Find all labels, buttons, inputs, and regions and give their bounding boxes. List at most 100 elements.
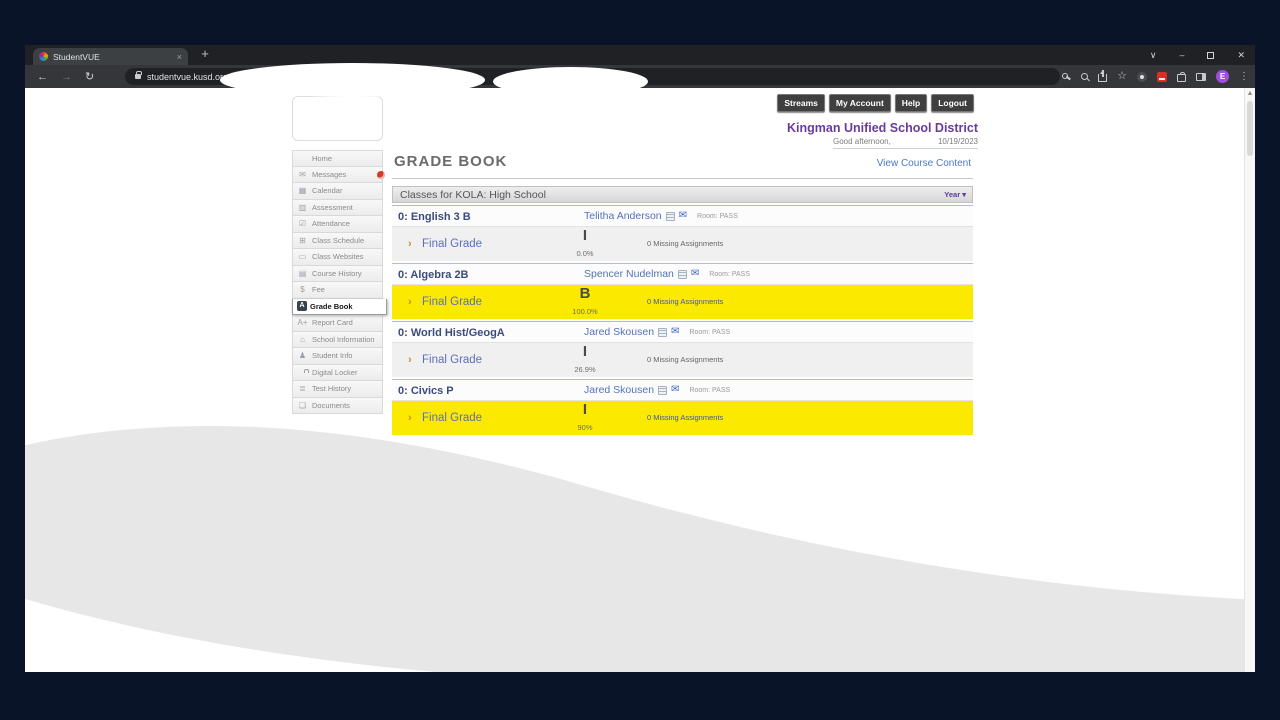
browser-menu-icon[interactable]: ⋮: [1239, 71, 1249, 82]
profile-avatar[interactable]: E: [1216, 70, 1229, 83]
scrollbar-thumb[interactable]: [1247, 101, 1253, 156]
final-grade-link[interactable]: Final Grade: [422, 354, 482, 366]
teacher-email-icon[interactable]: ✉: [691, 269, 699, 279]
checkbox-icon: ☑: [296, 219, 309, 228]
grade-letter: B: [580, 285, 591, 302]
my-account-button[interactable]: My Account: [829, 94, 891, 112]
teacher-link[interactable]: Jared Skousen: [584, 384, 654, 396]
redaction-blob: [493, 67, 648, 96]
expand-chevron-icon[interactable]: ›: [408, 238, 412, 250]
password-key-icon[interactable]: [1062, 72, 1071, 81]
sidebar-item-test-history[interactable]: ≣ Test History: [292, 381, 383, 398]
class-list: 0: English 3 B Telitha Anderson ✉ Room: …: [392, 205, 973, 437]
reload-icon[interactable]: ↻: [85, 70, 94, 83]
monitor-icon: ▭: [296, 252, 309, 261]
window-minimize-icon[interactable]: –: [1179, 45, 1184, 65]
teacher-link[interactable]: Spencer Nudelman: [584, 268, 674, 280]
year-dropdown[interactable]: Year ▾: [944, 190, 966, 199]
sidebar-item-grade-book[interactable]: A Grade Book: [292, 299, 387, 316]
schedule-grid-icon: ⊞: [296, 236, 309, 245]
browser-tab-studentvue[interactable]: StudentVUE ×: [33, 48, 188, 65]
sidebar-item-home[interactable]: Home: [292, 150, 383, 167]
class-name-link[interactable]: 0: World Hist/GeogA: [398, 322, 505, 344]
extension-red-icon[interactable]: [1157, 72, 1167, 82]
scroll-up-icon[interactable]: ▲: [1245, 90, 1255, 97]
sidebar-item-digital-locker[interactable]: Digital Locker: [292, 365, 383, 382]
fee-coin-icon: $: [296, 285, 309, 294]
extensions-puzzle-icon[interactable]: [1177, 74, 1186, 82]
zoom-icon[interactable]: [1081, 73, 1088, 80]
https-lock-icon[interactable]: [135, 74, 141, 79]
share-icon[interactable]: [1098, 74, 1107, 82]
sidebar-item-course-history[interactable]: ▤ Course History: [292, 266, 383, 283]
sidebar-item-attendance[interactable]: ☑ Attendance: [292, 216, 383, 233]
forward-icon[interactable]: →: [61, 71, 72, 83]
expand-chevron-icon[interactable]: ›: [408, 412, 412, 424]
class-name-link[interactable]: 0: Algebra 2B: [398, 264, 469, 286]
side-panel-icon[interactable]: [1196, 73, 1206, 81]
teacher-contact-icon[interactable]: [658, 328, 667, 337]
class-name-link[interactable]: 0: English 3 B: [398, 206, 471, 228]
sidebar-item-school-information[interactable]: ⌂ School Information: [292, 332, 383, 349]
missing-assignments: 0 Missing Assignments: [647, 297, 723, 306]
extension-wheel-icon[interactable]: [1137, 72, 1147, 82]
grade-letter: I: [583, 227, 587, 244]
sidebar-item-student-info[interactable]: ♟ Student Info: [292, 348, 383, 365]
url-text[interactable]: studentvue.kusd.org/: [147, 72, 231, 82]
view-course-content-link[interactable]: View Course Content: [877, 158, 971, 169]
class-header: 0: Algebra 2B Spencer Nudelman ✉ Room: P…: [392, 263, 973, 285]
current-date: 10/19/2023: [938, 137, 978, 146]
sidebar-item-assessment[interactable]: ▥ Assessment: [292, 200, 383, 217]
bookmark-star-icon[interactable]: ☆: [1117, 71, 1127, 82]
sidebar-item-documents[interactable]: ❏ Documents: [292, 398, 383, 415]
student-person-icon: ♟: [296, 351, 309, 360]
browser-window: StudentVUE × + ∨ – ✕ ← → ↻ studentvue.ku…: [25, 45, 1255, 672]
window-close-icon[interactable]: ✕: [1237, 45, 1245, 65]
sidebar-item-class-schedule[interactable]: ⊞ Class Schedule: [292, 233, 383, 250]
teacher-email-icon[interactable]: ✉: [671, 385, 679, 395]
school-house-icon: ⌂: [296, 335, 309, 344]
new-tab-button[interactable]: +: [197, 46, 213, 61]
grade-letter: I: [583, 343, 587, 360]
sidebar-item-messages[interactable]: ✉ Messages: [292, 167, 383, 184]
sidebar-item-class-websites[interactable]: ▭ Class Websites: [292, 249, 383, 266]
final-grade-link[interactable]: Final Grade: [422, 238, 482, 250]
gradebook-icon: A: [297, 301, 307, 311]
class-section-0-english-3-b: 0: English 3 B Telitha Anderson ✉ Room: …: [392, 205, 973, 263]
teacher-link[interactable]: Telitha Anderson: [584, 210, 662, 222]
sidebar-item-fee[interactable]: $ Fee: [292, 282, 383, 299]
sidebar-item-calendar[interactable]: ▦ Calendar: [292, 183, 383, 200]
class-name-link[interactable]: 0: Civics P: [398, 380, 454, 402]
missing-assignments: 0 Missing Assignments: [647, 355, 723, 364]
class-section-0-algebra-2b: 0: Algebra 2B Spencer Nudelman ✉ Room: P…: [392, 263, 973, 321]
teacher-contact-icon[interactable]: [658, 386, 667, 395]
grade-letter: I: [583, 401, 587, 418]
final-grade-link[interactable]: Final Grade: [422, 412, 482, 424]
final-grade-row: › Final Grade I 90% 0 Missing Assignment…: [392, 401, 973, 437]
window-maximize-icon[interactable]: [1207, 52, 1214, 59]
help-button[interactable]: Help: [895, 94, 927, 112]
window-menu-chevron-icon[interactable]: ∨: [1150, 45, 1157, 65]
teacher-contact-icon[interactable]: [678, 270, 687, 279]
notification-badge: [377, 171, 385, 179]
room-label: Room: PASS: [689, 329, 730, 336]
class-header: 0: World Hist/GeogA Jared Skousen ✉ Room…: [392, 321, 973, 343]
history-book-icon: ▤: [296, 269, 309, 278]
final-grade-link[interactable]: Final Grade: [422, 296, 482, 308]
room-label: Room: PASS: [689, 387, 730, 394]
room-label: Room: PASS: [709, 271, 750, 278]
sidebar-item-report-card[interactable]: A+ Report Card: [292, 315, 383, 332]
streams-button[interactable]: Streams: [777, 94, 825, 112]
page-scrollbar[interactable]: ▲: [1244, 88, 1255, 672]
teacher-email-icon[interactable]: ✉: [679, 211, 687, 221]
expand-chevron-icon[interactable]: ›: [408, 296, 412, 308]
teacher-email-icon[interactable]: ✉: [671, 327, 679, 337]
teacher-link[interactable]: Jared Skousen: [584, 326, 654, 338]
tab-close-icon[interactable]: ×: [177, 52, 182, 62]
expand-chevron-icon[interactable]: ›: [408, 354, 412, 366]
class-header: 0: English 3 B Telitha Anderson ✉ Room: …: [392, 205, 973, 227]
back-icon[interactable]: ←: [37, 71, 48, 83]
teacher-contact-icon[interactable]: [666, 212, 675, 221]
logout-button[interactable]: Logout: [931, 94, 974, 112]
browser-tabstrip: StudentVUE × + ∨ – ✕: [25, 45, 1255, 65]
